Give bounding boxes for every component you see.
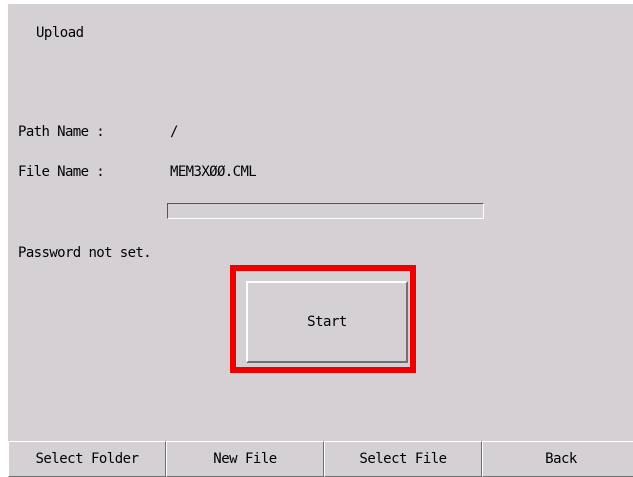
upload-progress-bar (167, 203, 484, 219)
file-name-value: MEM3XØØ.CML (170, 164, 257, 180)
path-name-value: / (170, 124, 178, 140)
start-button[interactable]: Start (246, 281, 408, 363)
bottom-toolbar: Select Folder New File Select File Back (8, 441, 633, 477)
upload-screen: Upload Path Name : / File Name : MEM3XØØ… (8, 4, 633, 477)
new-file-button[interactable]: New File (166, 441, 324, 477)
path-name-label: Path Name : (18, 124, 105, 140)
password-status-text: Password not set. (18, 245, 152, 261)
select-file-button[interactable]: Select File (324, 441, 482, 477)
file-name-label: File Name : (18, 164, 105, 180)
screen-title: Upload (36, 25, 84, 41)
back-button[interactable]: Back (482, 441, 633, 477)
select-folder-button[interactable]: Select Folder (8, 441, 166, 477)
